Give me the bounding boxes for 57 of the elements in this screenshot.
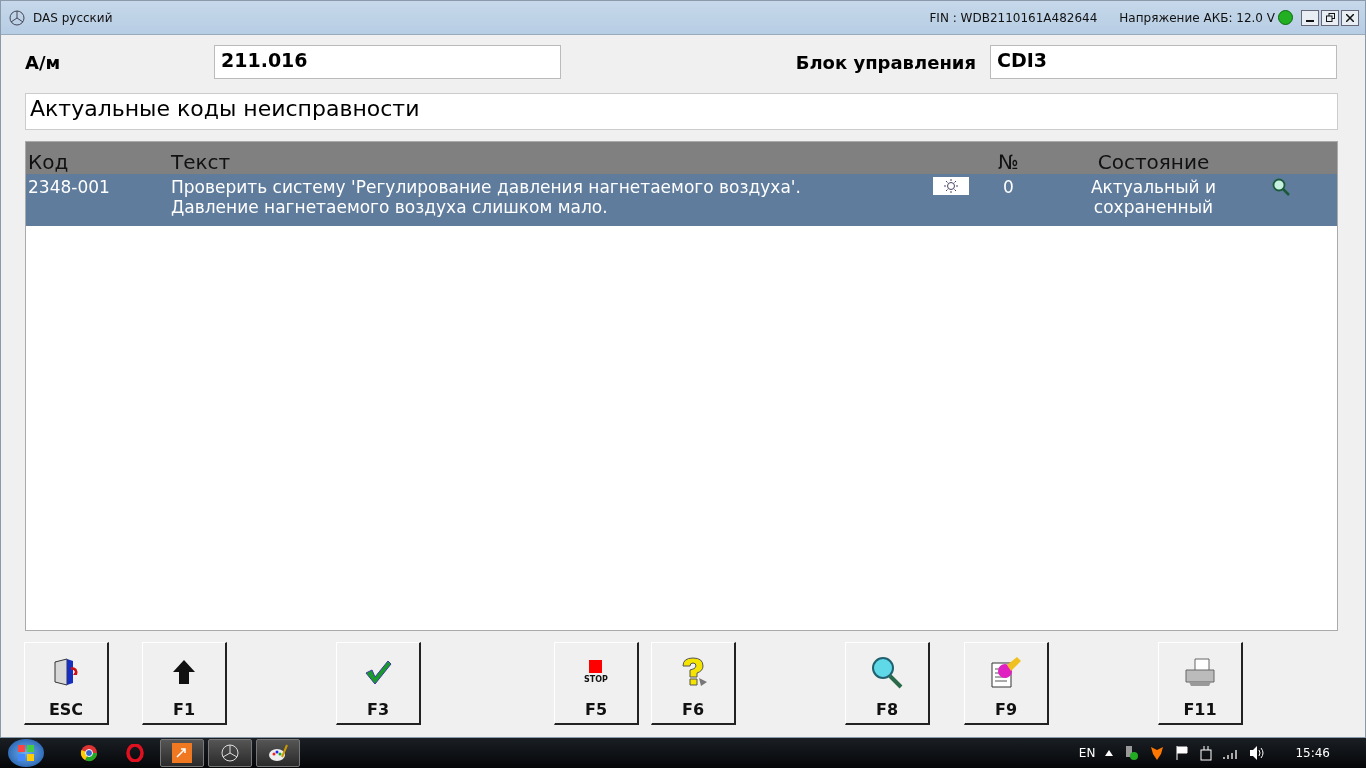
function-key-button[interactable]: F3: [336, 642, 421, 725]
diagonal-arrow-app-icon: [172, 743, 192, 763]
table-row[interactable]: 2348-001 Проверить систему 'Регулирование давления нагнетаемого воздуха'. Давление нагнетаемого воздуха слишком мало. 0 Актуальный и сохраненный: [26, 174, 1337, 226]
code-cell-text: 2348-001: [27, 177, 111, 199]
checkmark-icon: [363, 658, 393, 686]
restore-icon: [1325, 13, 1335, 22]
power-plug-icon[interactable]: [1199, 745, 1214, 761]
document-edit-icon: [989, 655, 1023, 689]
vehicle-field: 211.016: [214, 45, 561, 79]
taskbar-app-button[interactable]: [208, 739, 252, 767]
status-cell-text: Актуальный и сохраненный: [1089, 177, 1218, 219]
column-header: Код: [27, 150, 70, 174]
close-button[interactable]: [1341, 9, 1359, 26]
window-title: DAS русский: [33, 10, 114, 25]
star-logo-icon: [220, 743, 240, 763]
battery-voltage-label: Напряжение АКБ: 12.0 V: [1119, 10, 1275, 25]
function-key-button[interactable]: ESC: [24, 642, 109, 725]
column-header: №: [997, 150, 1020, 174]
flag-icon[interactable]: [1175, 745, 1190, 761]
control-unit-label: Блок управления: [795, 51, 976, 73]
vehicle-label: А/м: [25, 51, 62, 73]
printer-icon: [1183, 657, 1217, 687]
vin-label: FIN : WDB2110161A482644: [929, 10, 1098, 25]
function-key-button[interactable]: F11: [1158, 642, 1243, 725]
language-indicator[interactable]: EN: [1078, 746, 1096, 760]
function-key-button[interactable]: F1: [142, 642, 227, 725]
caret-icon[interactable]: [1105, 750, 1114, 756]
close-icon: [1346, 13, 1354, 22]
speaker-icon[interactable]: [1249, 745, 1266, 761]
ring-logo-icon: [126, 744, 144, 762]
browser-icon: [80, 744, 98, 762]
usb-check-icon[interactable]: [1123, 745, 1140, 761]
description-cell-text: Проверить систему 'Регулирование давления нагнетаемого воздуха'. Давление нагнетаемого воздуха слишком мало.: [171, 177, 802, 219]
start-button[interactable]: [8, 739, 44, 767]
clock-time[interactable]: 15:46: [1295, 746, 1330, 760]
control-unit-field: CDI3: [990, 45, 1337, 79]
star-logo-icon: [9, 9, 25, 26]
function-key-button[interactable]: F8: [845, 642, 930, 725]
taskbar-app-button[interactable]: [160, 739, 204, 767]
taskbar-app-button[interactable]: [256, 739, 300, 767]
column-header: Состояние: [1096, 150, 1211, 174]
function-key-button[interactable]: F6: [651, 642, 736, 725]
number-cell-text: 0: [1002, 177, 1015, 199]
minimize-button[interactable]: [1301, 9, 1319, 26]
section-title: Актуальные коды неисправности: [25, 93, 1338, 130]
windows-logo-icon: [17, 744, 35, 762]
magnifier-icon[interactable]: [1271, 177, 1291, 197]
function-key-button[interactable]: STOP F5: [554, 642, 639, 725]
shield-icon[interactable]: [1149, 745, 1166, 761]
minimize-icon: [1306, 19, 1314, 22]
sun-icon[interactable]: [933, 177, 969, 195]
function-key-button[interactable]: F9: [964, 642, 1049, 725]
up-arrow-icon: [171, 658, 197, 686]
restore-button[interactable]: [1321, 9, 1339, 26]
paint-palette-icon: [268, 743, 288, 763]
column-header: Текст: [171, 150, 232, 174]
magnifier-icon: [870, 655, 904, 689]
